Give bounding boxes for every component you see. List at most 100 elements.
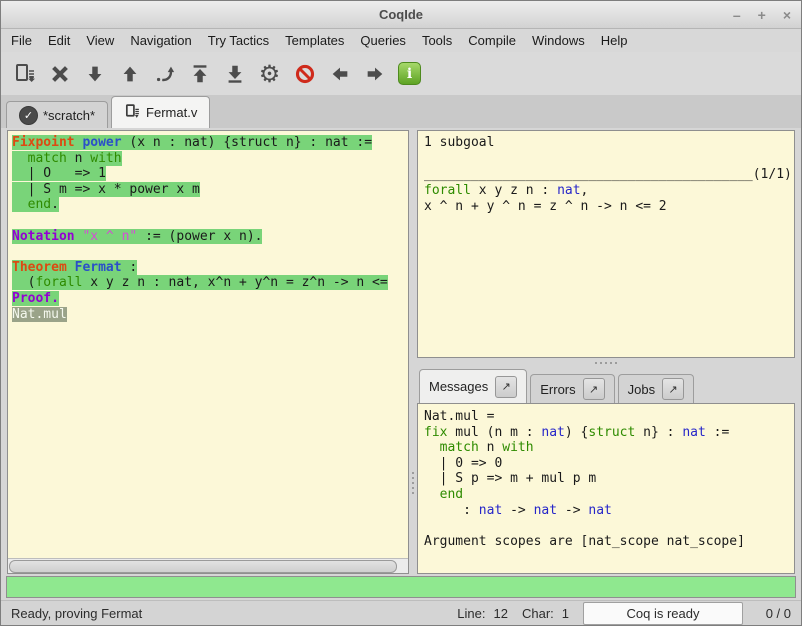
tab-jobs[interactable]: Jobs ↗	[618, 374, 694, 403]
next-button[interactable]	[357, 57, 392, 91]
code-line: | O => 1	[12, 166, 408, 182]
goal-line	[424, 151, 794, 167]
check-circle-icon: ✓	[19, 106, 38, 125]
go-to-cursor-button[interactable]	[147, 57, 182, 91]
script-editor[interactable]: Fixpoint power (x n : nat) {struct n} : …	[8, 131, 408, 558]
right-column: 1 subgoal_______________________________…	[417, 130, 795, 574]
code-line: match n with	[12, 151, 408, 167]
code-line	[12, 244, 408, 260]
code-line: (forall x y z n : nat, x^n + y^n = z^n -…	[12, 275, 408, 291]
code-line: Nat.mul	[12, 307, 408, 323]
menu-view[interactable]: View	[78, 31, 122, 50]
detach-messages-button[interactable]: ↗	[495, 376, 517, 398]
arrow-down-to-bar-icon	[224, 63, 246, 85]
restart-button[interactable]	[182, 57, 217, 91]
horizontal-scrollbar[interactable]	[8, 558, 408, 573]
script-panel: Fixpoint power (x n : nat) {struct n} : …	[7, 130, 409, 574]
arrow-up-icon	[119, 63, 141, 85]
prohibition-icon	[294, 63, 316, 85]
message-line: : nat -> nat -> nat	[424, 503, 794, 519]
status-message: Ready, proving Fermat	[11, 606, 457, 621]
about-button[interactable]: i	[392, 57, 427, 91]
menu-templates[interactable]: Templates	[277, 31, 352, 50]
jobs-counter: 0 / 0	[757, 606, 791, 621]
message-line: end	[424, 487, 794, 503]
tab-messages[interactable]: Messages ↗	[419, 369, 527, 403]
save-button[interactable]	[7, 57, 42, 91]
goals-panel[interactable]: 1 subgoal_______________________________…	[417, 130, 795, 358]
window-controls: – + ×	[733, 1, 791, 28]
main-area: Fixpoint power (x n : nat) {struct n} : …	[1, 128, 801, 574]
char-label: Char:	[522, 606, 554, 621]
menu-help[interactable]: Help	[593, 31, 636, 50]
horizontal-splitter[interactable]	[417, 358, 795, 368]
menu-try-tactics[interactable]: Try Tactics	[200, 31, 277, 50]
message-tabbar: Messages ↗ Errors ↗ Jobs ↗	[417, 368, 795, 403]
maximize-icon[interactable]: +	[758, 8, 766, 22]
coqide-window: { "window": { "title": "CoqIde", "minimi…	[0, 0, 802, 626]
message-line: Argument scopes are [nat_scope nat_scope…	[424, 534, 794, 550]
tab-errors[interactable]: Errors ↗	[530, 374, 614, 403]
tab-fermat[interactable]: Fermat.v	[111, 96, 210, 128]
menu-queries[interactable]: Queries	[352, 31, 414, 50]
progress-row	[1, 574, 801, 600]
fully-check-button[interactable]: ⚙	[252, 57, 287, 91]
detach-arrow-icon: ↗	[589, 383, 598, 396]
arrow-right-icon	[364, 63, 386, 85]
goal-line: x ^ n + y ^ n = z ^ n -> n <= 2	[424, 199, 794, 215]
menu-tools[interactable]: Tools	[414, 31, 460, 50]
scrollbar-thumb[interactable]	[9, 560, 397, 573]
code-line: Proof.	[12, 291, 408, 307]
tab-scratch-label: *scratch*	[43, 108, 95, 123]
gear-icon: ⚙	[259, 62, 281, 86]
message-line: | 0 => 0	[424, 456, 794, 472]
arrow-left-icon	[329, 63, 351, 85]
status-right: Line: 12 Char: 1 Coq is ready 0 / 0	[457, 602, 791, 625]
arrow-up-to-bar-icon	[189, 63, 211, 85]
code-line: | S m => x * power x m	[12, 182, 408, 198]
code-line: end.	[12, 197, 408, 213]
message-line: | S p => m + mul p m	[424, 471, 794, 487]
menu-file[interactable]: File	[3, 31, 40, 50]
document-tabbar: ✓ *scratch* Fermat.v	[1, 95, 801, 128]
window-title: CoqIde	[379, 7, 423, 22]
previous-button[interactable]	[322, 57, 357, 91]
message-line: fix mul (n m : nat) {struct n} : nat :=	[424, 425, 794, 441]
menu-navigation[interactable]: Navigation	[122, 31, 199, 50]
tab-scratch[interactable]: ✓ *scratch*	[6, 101, 108, 128]
splitter-grip-icon	[412, 472, 414, 494]
document-download-icon	[124, 103, 141, 123]
statusbar: Ready, proving Fermat Line: 12 Char: 1 C…	[1, 600, 801, 625]
interrupt-button[interactable]	[287, 57, 322, 91]
go-to-end-button[interactable]	[217, 57, 252, 91]
char-value: 1	[562, 606, 569, 621]
close-doc-button[interactable]	[42, 57, 77, 91]
menu-windows[interactable]: Windows	[524, 31, 593, 50]
line-value: 12	[494, 606, 508, 621]
line-label: Line:	[457, 606, 485, 621]
detach-arrow-icon: ↗	[669, 383, 678, 396]
coq-status-box: Coq is ready	[583, 602, 743, 625]
tab-messages-label: Messages	[429, 379, 488, 394]
detach-arrow-icon: ↗	[502, 380, 511, 393]
code-line: Notation "x ^ n" := (power x n).	[12, 229, 408, 245]
code-line: Fixpoint power (x n : nat) {struct n} : …	[12, 135, 408, 151]
vertical-splitter[interactable]	[409, 130, 417, 574]
goal-line: ________________________________________…	[424, 167, 794, 183]
coq-status-text: Coq is ready	[627, 606, 700, 621]
backward-one-command-button[interactable]	[112, 57, 147, 91]
code-line: Theorem Fermat :	[12, 260, 408, 276]
message-line: match n with	[424, 440, 794, 456]
tab-errors-label: Errors	[540, 382, 575, 397]
forward-one-command-button[interactable]	[77, 57, 112, 91]
document-download-icon	[13, 62, 37, 86]
detach-errors-button[interactable]: ↗	[583, 378, 605, 400]
messages-panel[interactable]: Nat.mul =fix mul (n m : nat) {struct n} …	[417, 403, 795, 574]
detach-jobs-button[interactable]: ↗	[662, 378, 684, 400]
menu-compile[interactable]: Compile	[460, 31, 524, 50]
minimize-icon[interactable]: –	[733, 8, 741, 22]
menu-edit[interactable]: Edit	[40, 31, 78, 50]
close-icon[interactable]: ×	[783, 8, 791, 22]
message-line	[424, 518, 794, 534]
titlebar[interactable]: CoqIde – + ×	[1, 1, 801, 29]
